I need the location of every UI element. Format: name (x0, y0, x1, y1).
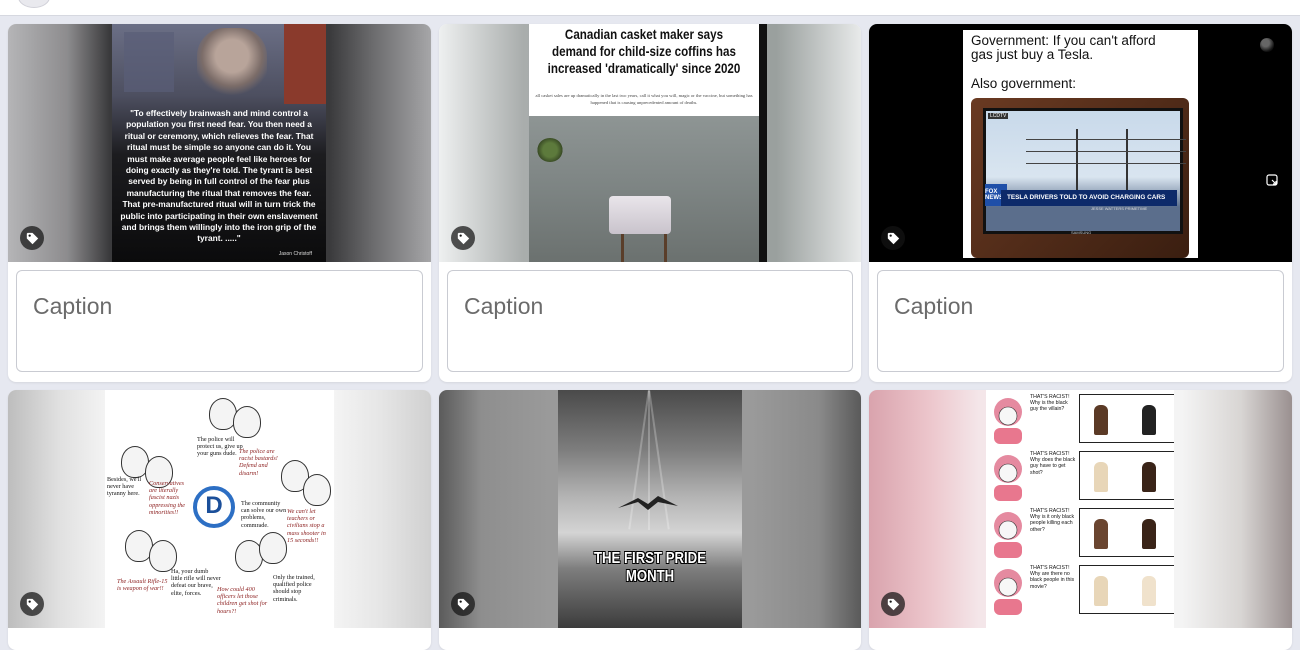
fallen-angel-illustration (618, 496, 678, 510)
comic-row: THAT'S RACIST! Why is the black guy the … (986, 390, 1174, 447)
text-besides: Besides, we'll never have tyranny here. (107, 476, 142, 498)
tag-button[interactable] (20, 226, 44, 250)
tv-maker: SAMSUNG (1071, 230, 1092, 235)
tag-icon (887, 598, 899, 610)
meme-caption: THE FIRST PRIDE MONTH (593, 550, 706, 585)
text-community: The community can solve our own problems… (241, 500, 287, 529)
post-image-1[interactable]: "To effectively brainwash and mind contr… (8, 24, 431, 262)
meme-text-line1: Government: If you can't afford gas just… (971, 33, 1156, 62)
text-400: How could 400 officers let those childre… (217, 586, 268, 615)
tv-photo: LCDTV FOX NEWS TESLA DRIVERS TOLD TO AVO… (971, 98, 1189, 258)
tag-button[interactable] (451, 592, 475, 616)
comic-row: THAT'S RACIST! Why is it only black peop… (986, 504, 1174, 561)
post-image-3[interactable]: Government: If you can't afford gas just… (869, 24, 1292, 262)
caption-input[interactable]: Caption (447, 270, 853, 372)
post-image-5[interactable]: THE FIRST PRIDE MONTH (439, 390, 861, 628)
banner-sub: JESSE WATTERS PRIMETIME (1091, 206, 1148, 211)
tag-icon (887, 232, 899, 244)
article-subtext: all casket sales are up dramatically in … (535, 93, 753, 105)
tag-button[interactable] (881, 592, 905, 616)
post-image-2[interactable]: Canadian casket maker says demand for ch… (439, 24, 861, 262)
text-only: Only the trained, qualified police shoul… (273, 574, 315, 603)
meme-text-line2: Also government: (971, 76, 1077, 91)
text-bastards: The police are racist bastards! Defend a… (239, 448, 278, 477)
post-image-4[interactable]: The police will protect us, give up your… (8, 390, 431, 628)
text-ha: Ha, your dumb little rifle will never de… (171, 568, 221, 597)
quote-attribution: Jason Christoff (278, 251, 312, 257)
post-card-3[interactable]: Government: If you can't afford gas just… (869, 24, 1292, 382)
post-card-5[interactable]: THE FIRST PRIDE MONTH (439, 390, 861, 650)
post-card-2[interactable]: Canadian casket maker says demand for ch… (439, 24, 861, 382)
article-headline: Canadian casket maker says demand for ch… (547, 27, 741, 76)
caption-placeholder: Caption (33, 293, 113, 319)
news-banner: TESLA DRIVERS TOLD TO AVOID CHARGING CAR… (1001, 190, 1177, 206)
post-image-6[interactable]: THAT'S RACIST! Why is the black guy the … (869, 390, 1292, 628)
comic-row: THAT'S RACIST! Why does the black guy ha… (986, 447, 1174, 504)
comic-row: THAT'S RACIST! Why are there no black pe… (986, 561, 1174, 618)
tag-icon (26, 232, 38, 244)
democrat-logo: D (193, 486, 235, 528)
text-ar: The Assault Rifle-15 is weapon of war!! (117, 578, 168, 593)
tag-icon (457, 598, 469, 610)
top-bar (0, 0, 1300, 16)
text-police: The police will protect us, give up your… (197, 436, 243, 458)
post-card-4[interactable]: The police will protect us, give up your… (8, 390, 431, 650)
expand-icon[interactable] (1266, 174, 1278, 186)
tag-button[interactable] (451, 226, 475, 250)
quote-text: "To effectively brainwash and mind contr… (120, 108, 318, 244)
tv-brand: LCDTV (988, 113, 1009, 119)
caption-placeholder: Caption (894, 293, 974, 319)
tag-button[interactable] (881, 226, 905, 250)
text-teachers: We can't let teachers or civilians stop … (287, 508, 326, 544)
caption-placeholder: Caption (464, 293, 544, 319)
post-card-6[interactable]: THAT'S RACIST! Why is the black guy the … (869, 390, 1292, 650)
text-nazis: Conservatives are literally fascist nazi… (149, 480, 186, 516)
bomb-icon (1260, 38, 1274, 52)
caption-input[interactable]: Caption (877, 270, 1284, 372)
caption-input[interactable]: Caption (16, 270, 423, 372)
tag-icon (457, 232, 469, 244)
coffin-illustration (609, 196, 671, 234)
post-card-1[interactable]: "To effectively brainwash and mind contr… (8, 24, 431, 382)
tag-button[interactable] (20, 592, 44, 616)
avatar[interactable] (18, 0, 50, 8)
tag-icon (26, 598, 38, 610)
